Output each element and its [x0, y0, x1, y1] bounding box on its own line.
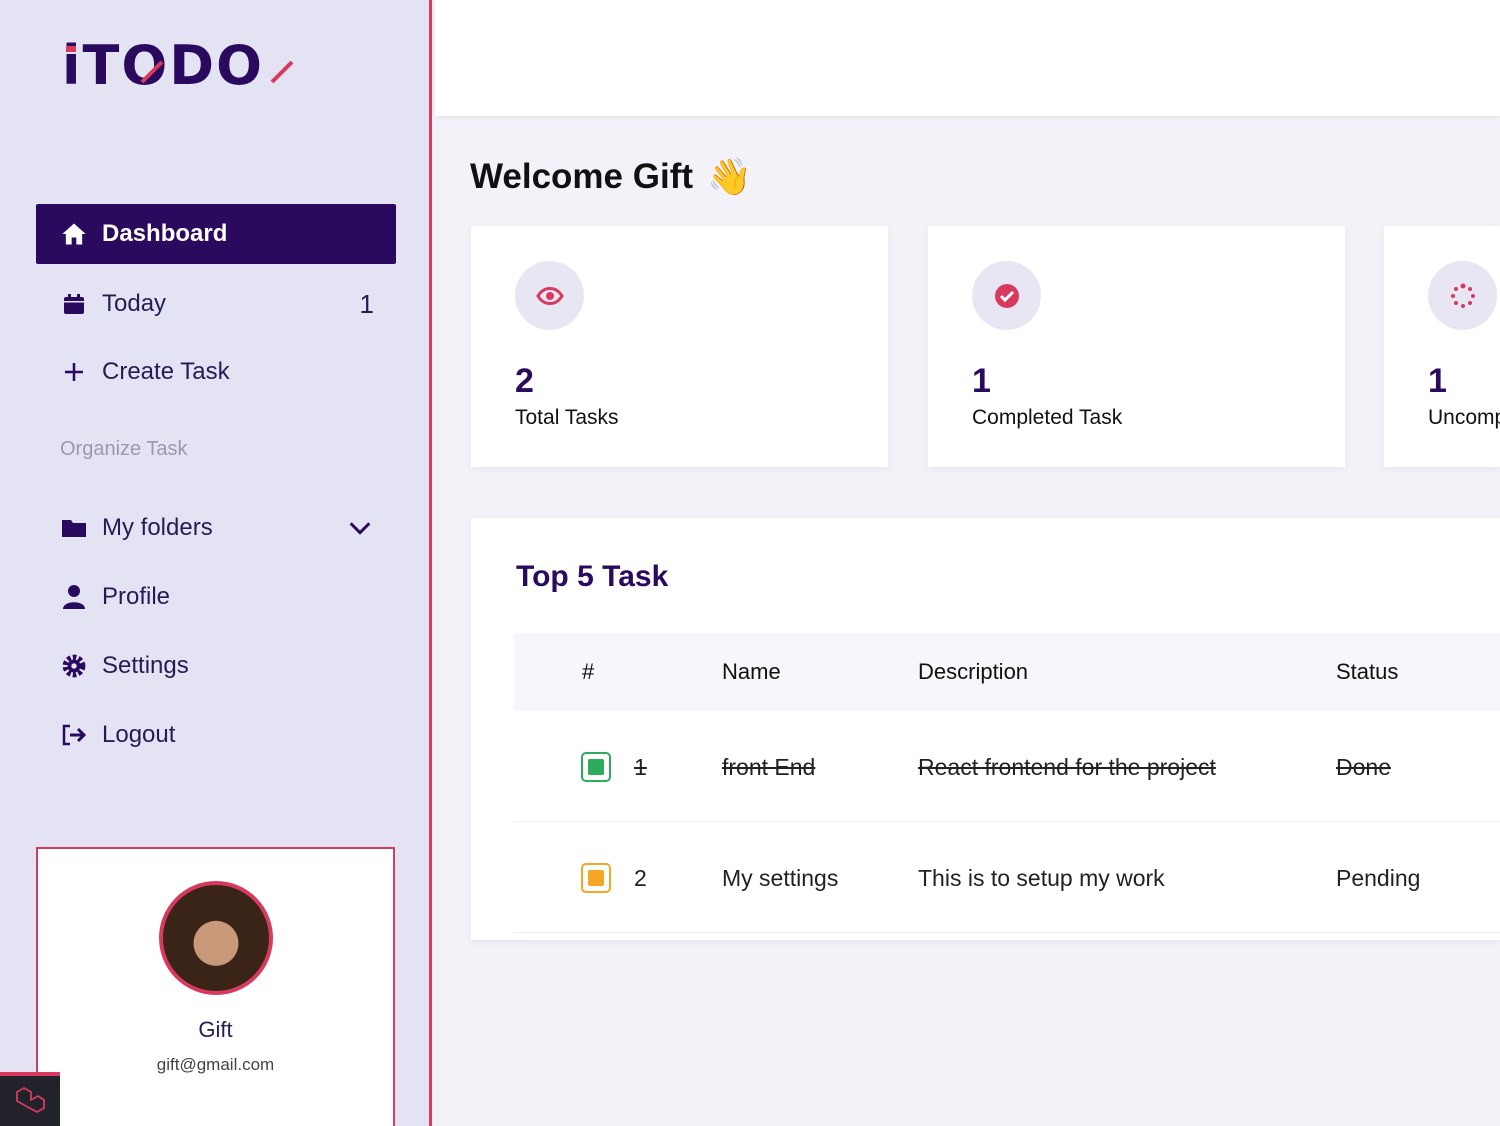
cell-number: 2 [634, 865, 647, 891]
cell-name: front End [722, 754, 816, 780]
user-icon [60, 583, 88, 611]
sidebar-item-label: My folders [102, 514, 213, 541]
cell-name: My settings [722, 865, 839, 891]
wave-emoji-icon: 👋 [707, 156, 752, 197]
cell-description: This is to setup my work [918, 865, 1165, 891]
sidebar-item-label: Dashboard [102, 220, 228, 247]
checkbox-fill [588, 870, 604, 886]
stat-value: 1 [1428, 362, 1447, 400]
logout-icon [60, 721, 88, 749]
row-checkbox[interactable] [581, 752, 611, 782]
stat-value: 1 [972, 362, 991, 400]
welcome-heading: Welcome Gift 👋 [470, 156, 752, 198]
stat-card-completed: 1 Completed Task [928, 226, 1345, 467]
eye-icon [515, 261, 584, 330]
row-checkbox[interactable] [581, 863, 611, 893]
itodo-logo: iTODO [62, 38, 294, 90]
stat-card-total: 2 Total Tasks [471, 226, 888, 467]
stat-value: 2 [515, 362, 534, 400]
user-name: Gift [198, 1017, 233, 1042]
top-tasks-card: Top 5 Task # Name Description Status 1 f… [471, 518, 1500, 940]
top-bar [435, 0, 1500, 116]
today-count-badge: 1 [359, 288, 374, 319]
sidebar-item-today[interactable]: Today 1 [36, 274, 396, 334]
svg-text:iTODO: iTODO [62, 38, 264, 90]
user-profile-card: Gift gift@gmail.com [36, 847, 395, 1126]
welcome-text: Welcome Gift [470, 157, 694, 196]
sidebar-item-label: Logout [102, 721, 176, 748]
table-row[interactable]: 2 My settings This is to setup my work P… [514, 822, 1500, 933]
sidebar-item-label: Today [102, 290, 167, 317]
stat-card-uncompleted: 1 Uncomp [1384, 226, 1500, 467]
sidebar-item-my-folders[interactable]: My folders [36, 498, 396, 558]
column-header-status: Status [1336, 659, 1399, 684]
section-label-organize: Organize Task [60, 438, 188, 460]
cell-description: React frontend for the project [918, 754, 1216, 780]
user-email: gift@gmail.com [156, 1055, 275, 1074]
cell-status: Pending [1336, 865, 1421, 891]
avatar[interactable] [159, 881, 273, 995]
table-header: # Name Description Status [514, 633, 1500, 711]
column-header-number: # [582, 659, 595, 684]
laravel-icon[interactable] [0, 1072, 60, 1126]
sidebar: iTODO Dashboard Today 1 Create Task Orga… [0, 0, 432, 1126]
calendar-icon [60, 290, 88, 318]
cell-number: 1 [634, 754, 647, 780]
stat-label: Uncomp [1428, 406, 1500, 429]
checkbox-fill [588, 759, 604, 775]
home-icon [60, 220, 88, 248]
stat-label: Total Tasks [515, 406, 619, 429]
column-header-name: Name [722, 659, 781, 684]
table-row[interactable]: 1 front End React frontend for the proje… [514, 711, 1500, 822]
folder-icon [60, 514, 88, 542]
check-circle-icon [972, 261, 1041, 330]
sidebar-item-settings[interactable]: Settings [36, 636, 396, 696]
column-header-description: Description [918, 659, 1029, 684]
sidebar-item-logout[interactable]: Logout [36, 705, 396, 765]
spinner-icon [1428, 261, 1497, 330]
gear-icon [60, 652, 88, 680]
sidebar-item-label: Create Task [102, 358, 230, 385]
plus-icon [60, 358, 88, 386]
chevron-down-icon[interactable] [346, 514, 374, 542]
sidebar-item-label: Profile [102, 583, 171, 610]
sidebar-item-dashboard[interactable]: Dashboard [36, 204, 396, 264]
sidebar-item-create-task[interactable]: Create Task [36, 342, 396, 402]
sidebar-item-profile[interactable]: Profile [36, 567, 396, 627]
logo[interactable]: iTODO [62, 38, 322, 90]
table-title: Top 5 Task [516, 560, 669, 593]
sidebar-item-label: Settings [102, 652, 189, 679]
cell-status: Done [1336, 754, 1391, 780]
stat-label: Completed Task [972, 406, 1123, 429]
